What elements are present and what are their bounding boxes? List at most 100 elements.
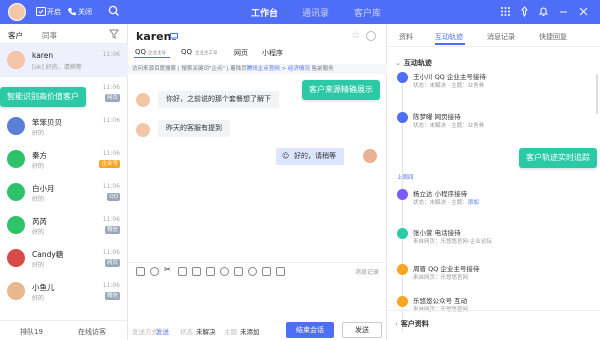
scrollbar[interactable] [596,74,598,114]
message-bubble: 你好，之前说的那个套餐想了解下 [158,91,279,108]
screen-share-icon[interactable] [262,267,271,276]
message-history-link[interactable]: 消息记录 [355,267,379,276]
timeline-event-title[interactable]: 乐悠悠公众号 互动 [413,295,467,305]
online-visitors-link[interactable]: 在线访客 [78,327,106,337]
timeline-channel-icon [397,296,408,307]
list-item-preview: [ok] 好的，请稍等 [32,64,82,71]
list-item-time: 11:06 [102,249,120,256]
list-tabs: 客户 同事 [0,24,127,44]
timeline-event-title[interactable]: 张小萱 电话接待 [413,227,461,237]
list-item-name: 白小月 [32,184,55,193]
visit-path-suffix: 售前服务 [309,66,334,72]
star-icon[interactable]: ☆ [351,30,360,41]
list-item-time: 11:06 [102,183,120,190]
close-icon[interactable] [578,6,589,17]
list-footer: 排队19 在线访客 [0,320,128,340]
channel-qq-staff[interactable]: QQ [181,48,192,56]
tab-interaction-track[interactable]: 互动轨迹 [435,32,463,42]
list-item-name: 小鱼儿 [32,283,55,292]
list-item-preview: 好的 [32,262,45,269]
timeline-event-detail: 状态：未解决 · 主题：业务券 [413,121,484,129]
tab-quick-reply[interactable]: 快捷回复 [539,32,567,42]
state-label: 状态 [180,328,193,336]
timeline-event-title[interactable]: 杨立达 小程序接待 [413,188,467,198]
chevron-down-icon: ⌄ [395,59,401,67]
tab-colleagues[interactable]: 同事 [42,30,57,41]
list-item-preview: 好的 [32,130,45,137]
dots-grid-icon[interactable] [500,6,511,17]
timeline-event-detail: 状态：未解决 · 主题：业务券 [413,81,484,89]
topic-value[interactable]: 未添加 [240,326,260,336]
list-item-time: 11:06 [102,117,120,124]
list-item[interactable]: 白小月 好的 11:06 QQ [0,176,128,209]
tab-customers[interactable]: 客户 [8,30,23,41]
timeline-channel-icon [397,264,408,275]
list-item-time: 11:06 [102,51,120,58]
minimize-icon[interactable] [558,6,569,17]
timeline-event-title[interactable]: 周晋 QQ 企业主号接待 [413,263,479,273]
pin-icon[interactable] [519,6,530,17]
file-icon[interactable] [192,267,201,276]
channel-web[interactable]: 网页 [234,48,248,58]
chat-contact-name: karen [136,30,172,43]
emoji-icon[interactable] [150,267,159,276]
tab-profile[interactable]: 资料 [399,32,413,42]
list-item[interactable]: 秦方 好的 11:06 企业号 [0,143,128,176]
customer-list-panel: 客户 同事 karen [ok] 好的，请稍等 11:06 11:06 网页 笨笨贝贝 好的… [0,24,128,340]
list-item[interactable]: 芮芮 好的 11:06 微信 [0,209,128,242]
list-item[interactable]: karen [ok] 好的，请稍等 11:06 [0,44,128,77]
topic-label: 主题 [224,328,237,336]
queue-link[interactable]: 排队19 [20,327,43,337]
timeline-channel-icon [397,112,408,123]
timeline-channel-icon [397,72,408,83]
transfer-icon[interactable] [276,267,285,276]
tab-message-records[interactable]: 消息记录 [487,32,515,42]
section-title: 客户资料 [400,320,429,328]
list-item[interactable]: 小鱼儿 好的 11:06 微信 [0,275,128,308]
callout-track: 客户轨迹实时追踪 [519,148,597,168]
folder-icon[interactable] [206,267,215,276]
list-item-name: 笨笨贝贝 [32,118,62,127]
nav-contacts[interactable]: 通讯录 [302,6,329,19]
scissors-icon[interactable]: ✂ [164,265,173,274]
list-item[interactable]: 笨笨贝贝好的 11:06 [0,110,128,143]
block-icon[interactable] [248,267,257,276]
channel-badge: QQ [107,193,120,201]
status-offline[interactable]: 关闭 [78,7,92,17]
channel-miniprogram[interactable]: 小程序 [262,48,283,58]
send-button[interactable]: 发送 [342,322,382,338]
list-item[interactable]: Candy糖 好的 11:06 网页 [0,242,128,275]
list-item-name: Candy糖 [32,250,64,259]
list-item-time: 11:06 [102,282,120,289]
send-method[interactable]: 发送 [156,326,169,336]
channel-qq-main[interactable]: QQ [135,48,146,56]
settings-icon[interactable] [366,31,376,41]
user-avatar[interactable] [8,3,26,21]
customer-info-panel: 资料 互动轨迹 消息记录 快捷回复 ⌄ 互动轨迹 王小川 QQ 企业主号接待 状态：… [387,24,600,340]
timeline-event-title[interactable]: 陈梦曜 网页接待 [413,111,461,121]
list-item-time: 11:06 [102,84,120,91]
nav-workbench[interactable]: 工作台 [251,6,278,19]
channel-badge: 微信 [104,226,120,234]
link-icon[interactable] [234,267,243,276]
state-value[interactable]: 未解决 [196,326,216,336]
timeline-event-title[interactable]: 王小川 QQ 企业主号接待 [413,71,486,81]
avatar [7,249,25,267]
status-online[interactable]: 开启 [47,7,61,17]
screenshot-icon[interactable] [178,267,187,276]
nav-customer-library[interactable]: 客户库 [354,6,381,19]
section-customer-profile[interactable]: › 客户资料 [395,319,429,329]
visit-path-highlight[interactable]: 腾讯企点官网 > 经济情况 [247,66,310,72]
message-text: 好的，请稍等 [294,152,336,160]
search-icon[interactable] [108,5,120,17]
bell-icon[interactable] [538,6,549,17]
filter-icon[interactable] [109,29,119,39]
timeline-event-detail-text: 来自网页：乐悠悠官网 [413,275,469,281]
end-session-button[interactable]: 结束会话 [286,322,334,338]
active-tab-indicator [435,43,465,45]
add-topic-link[interactable]: 添加 [468,200,479,206]
section-interaction-track[interactable]: ⌄ 互动轨迹 [395,58,432,68]
list-item-preview: 好的 [32,229,45,236]
location-icon[interactable] [220,267,229,276]
image-icon[interactable] [136,267,145,276]
